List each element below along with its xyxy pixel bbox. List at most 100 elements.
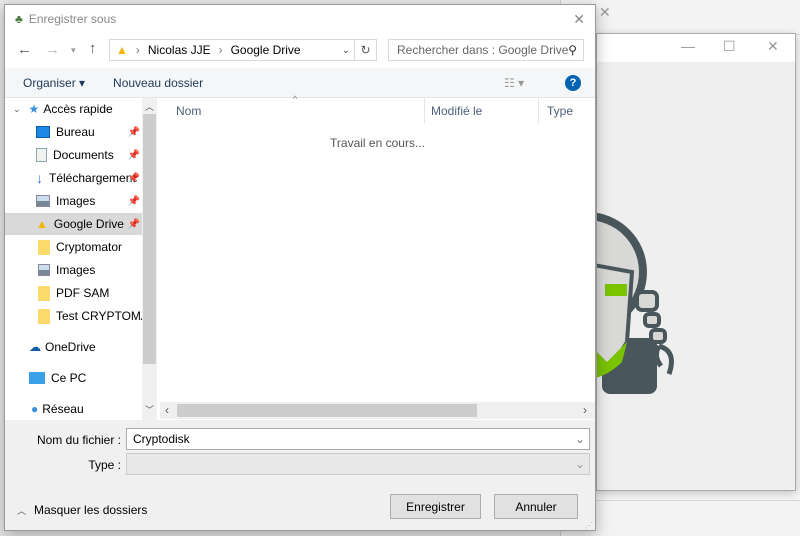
- desktop-icon: [36, 126, 50, 138]
- download-icon: ↓: [36, 170, 43, 186]
- nav-label: OneDrive: [45, 340, 96, 354]
- folder-icon: [38, 239, 50, 255]
- nav-label: Test CRYPTOMATOR: [56, 309, 142, 323]
- nav-item-downloads[interactable]: ↓ Téléchargements 📌: [5, 167, 142, 189]
- pin-icon: 📌: [127, 218, 140, 230]
- breadcrumb-item[interactable]: Nicolas JJE: [148, 43, 211, 57]
- hide-folders-toggle[interactable]: ︿ Masquer les dossiers: [17, 503, 147, 517]
- network-icon: ●: [31, 402, 39, 416]
- nav-label: Images: [56, 263, 96, 277]
- address-bar[interactable]: ▲ › Nicolas JJE › Google Drive ⌄: [109, 39, 355, 61]
- onedrive-icon: ☁: [29, 340, 41, 354]
- filename-input[interactable]: Cryptodisk ⌄: [126, 428, 590, 450]
- nav-item-quick-access[interactable]: ⌄ ★ Accès rapide: [5, 98, 142, 120]
- close-icon[interactable]: ✕: [599, 4, 611, 21]
- chevron-down-icon[interactable]: ⌄: [342, 45, 350, 56]
- nav-scrollbar[interactable]: ︿ ﹀: [142, 98, 157, 420]
- refresh-icon[interactable]: ↻: [355, 39, 377, 61]
- cryptomator-robot-logo: [527, 212, 674, 394]
- hide-folders-label: Masquer les dossiers: [34, 503, 148, 517]
- nav-label: Cryptomator: [56, 240, 123, 254]
- column-header-modified[interactable]: Modifié le: [425, 98, 539, 123]
- resize-grip-icon[interactable]: ⋰: [585, 521, 593, 530]
- type-label: Type :: [88, 458, 121, 472]
- folder-icon: [38, 308, 50, 324]
- forward-arrow-icon[interactable]: →: [45, 41, 60, 58]
- nav-item-bureau[interactable]: Bureau 📌: [5, 121, 142, 143]
- app-icon: ♣: [15, 12, 23, 26]
- nav-item-google-drive[interactable]: ▲ Google Drive 📌: [5, 213, 142, 235]
- dialog-title: Enregistrer sous: [28, 12, 117, 26]
- toolbar: Organiser ▾ Nouveau dossier ☷ ▾ ?: [5, 68, 595, 98]
- nav-item-documents[interactable]: Documents 📌: [5, 144, 142, 166]
- nav-label: Google Drive: [53, 217, 124, 231]
- documents-icon: [36, 148, 47, 162]
- search-input[interactable]: Rechercher dans : Google Drive ⚲: [388, 39, 584, 61]
- pin-icon: 📌: [127, 172, 140, 184]
- images-icon: [38, 264, 50, 276]
- filename-value: Cryptodisk: [133, 432, 190, 446]
- nav-item-cryptomator[interactable]: Cryptomator: [5, 236, 142, 258]
- nav-label: Ce PC: [51, 371, 87, 385]
- nav-label: Téléchargements: [49, 171, 137, 185]
- column-header-type[interactable]: Type: [539, 98, 595, 123]
- loading-status: Travail en cours...: [330, 136, 425, 150]
- new-folder-button[interactable]: Nouveau dossier: [113, 76, 203, 90]
- pc-icon: [29, 372, 45, 384]
- scrollbar-thumb[interactable]: [177, 404, 477, 417]
- column-header-name[interactable]: Nom: [160, 98, 425, 123]
- breadcrumb-separator: ›: [218, 43, 223, 57]
- cryptomator-window: — ☐ ✕: [527, 33, 796, 491]
- cancel-button[interactable]: Annuler: [494, 494, 578, 519]
- scrollbar-thumb[interactable]: [143, 114, 156, 364]
- star-icon: ★: [28, 102, 40, 116]
- chevron-down-icon[interactable]: ⌄: [575, 457, 585, 471]
- pin-icon: 📌: [127, 149, 140, 161]
- nav-label: Images: [56, 194, 96, 208]
- type-select[interactable]: ⌄: [126, 453, 590, 475]
- breadcrumb-separator: ›: [135, 43, 140, 57]
- google-drive-icon: ▲: [116, 43, 128, 57]
- title-bar: ♣ Enregistrer sous ✕: [5, 5, 595, 33]
- file-list: ^ Nom Modifié le Type Travail en cours..…: [160, 94, 595, 420]
- google-drive-icon: ▲: [36, 217, 48, 231]
- scroll-right-icon[interactable]: ›: [583, 403, 587, 417]
- up-arrow-icon[interactable]: ↑: [89, 40, 97, 57]
- pin-icon: 📌: [127, 195, 140, 207]
- nav-label: Accès rapide: [43, 102, 113, 116]
- nav-item-test-cryptomator[interactable]: Test CRYPTOMATOR: [5, 305, 142, 327]
- scroll-up-icon[interactable]: ︿: [145, 100, 154, 113]
- maximize-icon[interactable]: ☐: [723, 38, 736, 55]
- close-icon[interactable]: ✕: [573, 11, 585, 28]
- nav-label: Réseau: [42, 402, 84, 416]
- nav-item-this-pc[interactable]: Ce PC: [5, 367, 142, 389]
- nav-item-images-2[interactable]: Images: [5, 259, 142, 281]
- nav-item-network[interactable]: ● Réseau: [5, 398, 142, 420]
- nav-item-onedrive[interactable]: ☁ OneDrive: [5, 336, 142, 358]
- nav-label: PDF SAM: [56, 286, 110, 300]
- nav-label: Documents: [53, 148, 114, 162]
- scroll-down-icon[interactable]: ﹀: [145, 403, 154, 416]
- horizontal-scrollbar[interactable]: ‹ ›: [160, 402, 595, 419]
- scroll-left-icon[interactable]: ‹: [165, 403, 169, 417]
- breadcrumb-item[interactable]: Google Drive: [231, 43, 301, 57]
- nav-item-pdf-sam[interactable]: PDF SAM: [5, 282, 142, 304]
- filename-label: Nom du fichier :: [36, 433, 121, 447]
- minimize-icon[interactable]: —: [681, 38, 695, 54]
- title-bar: — ☐ ✕: [597, 34, 795, 62]
- search-placeholder: Rechercher dans : Google Drive: [397, 43, 569, 57]
- save-button[interactable]: Enregistrer: [390, 494, 481, 519]
- save-as-dialog: ♣ Enregistrer sous ✕ ← → ▾ ↑ ▲ › Nicolas…: [4, 4, 596, 531]
- recent-chevron-icon[interactable]: ▾: [71, 45, 76, 56]
- folder-icon: [38, 285, 50, 301]
- pin-icon: 📌: [127, 126, 140, 138]
- nav-item-images[interactable]: Images 📌: [5, 190, 142, 212]
- back-arrow-icon[interactable]: ←: [17, 41, 32, 58]
- close-icon[interactable]: ✕: [767, 38, 779, 55]
- chevron-down-icon[interactable]: ⌄: [575, 432, 585, 446]
- help-icon[interactable]: ?: [565, 74, 581, 91]
- search-icon: ⚲: [568, 43, 577, 57]
- chevron-down-icon[interactable]: ⌄: [13, 104, 21, 115]
- organize-button[interactable]: Organiser ▾: [23, 76, 85, 90]
- view-options-icon[interactable]: ☷ ▾: [504, 76, 524, 90]
